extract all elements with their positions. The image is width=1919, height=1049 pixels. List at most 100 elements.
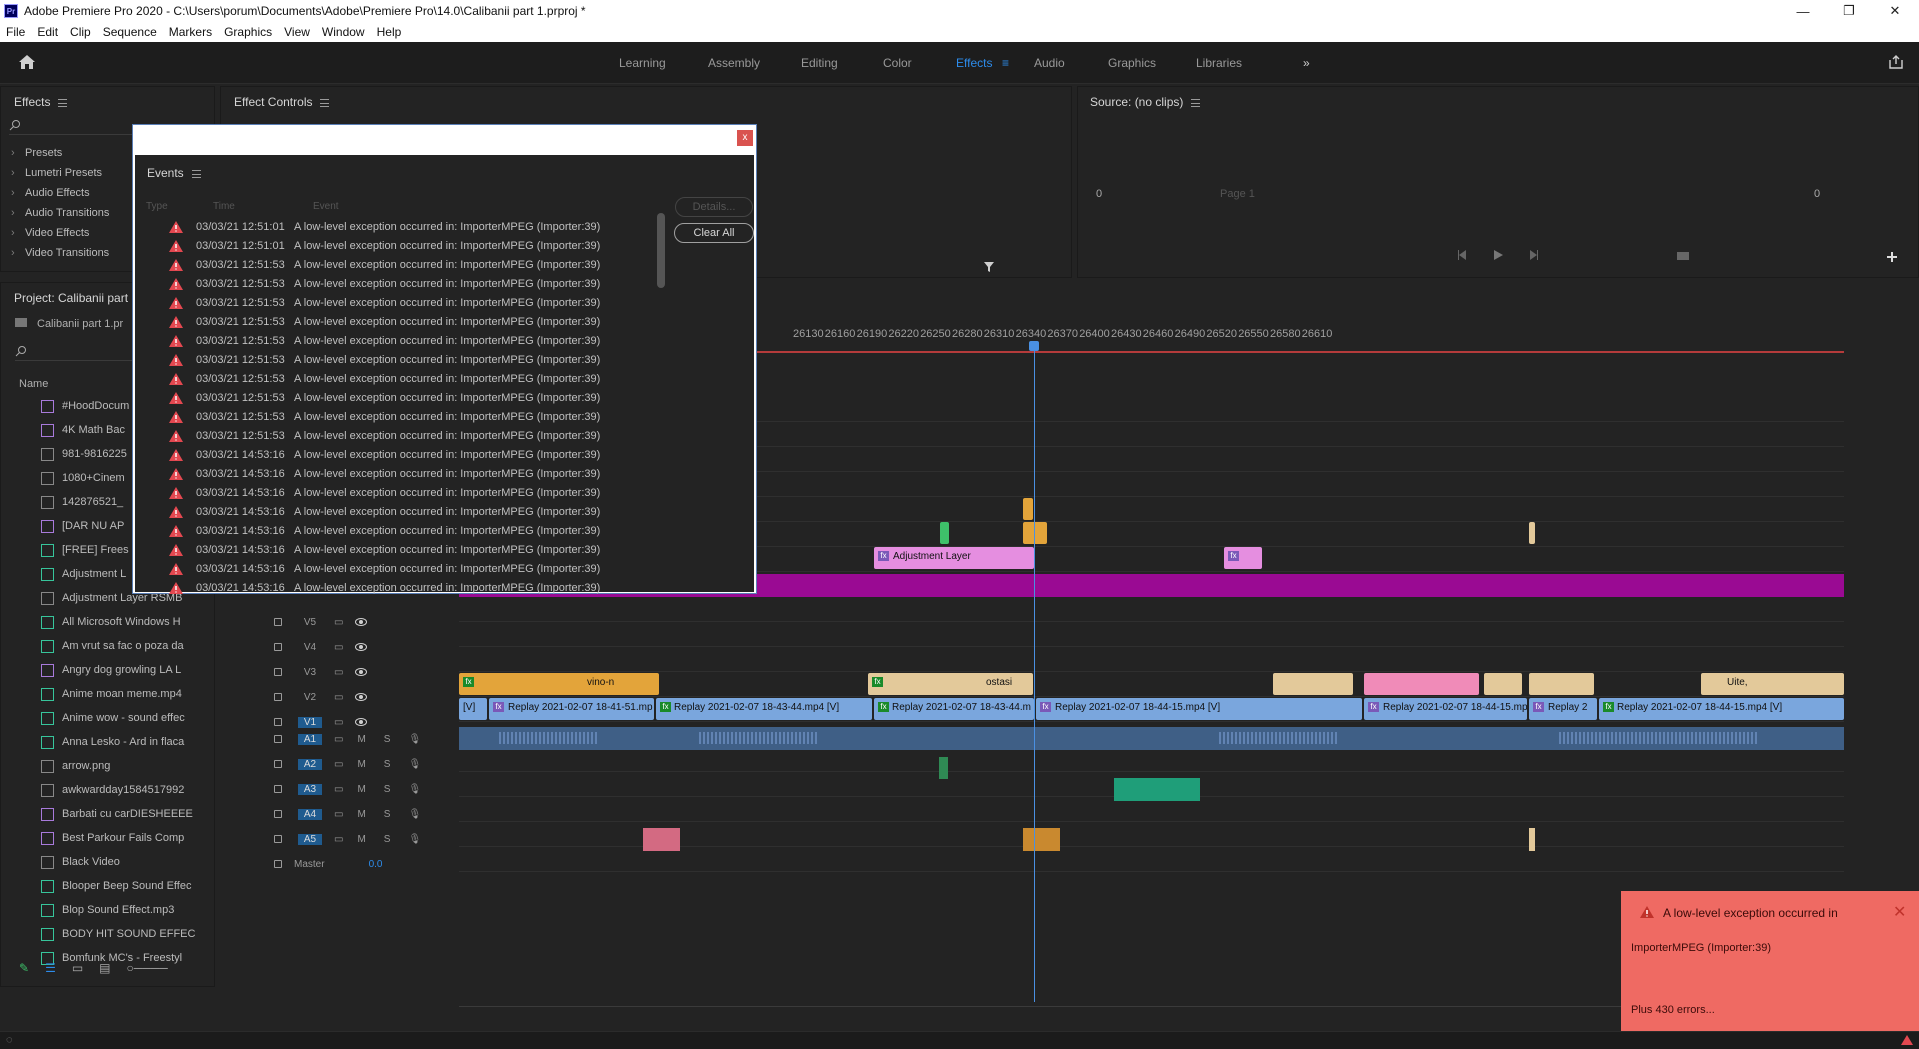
lock-icon[interactable] <box>274 760 282 768</box>
track-label[interactable]: A1 <box>298 733 322 745</box>
clip-v2-tan-e[interactable]: Uite, <box>1701 673 1844 695</box>
sync-lock-icon[interactable]: ▭ <box>334 642 343 653</box>
track-label[interactable]: V1 <box>298 716 322 728</box>
eye-icon[interactable] <box>355 668 368 676</box>
workspace-assembly[interactable]: Assembly <box>708 56 760 70</box>
clip-audio-a3[interactable] <box>1114 778 1200 801</box>
filter-icon[interactable] <box>983 261 995 273</box>
event-row[interactable]: 03/03/21 14:53:16 A low-level exception o… <box>135 540 655 559</box>
clip-v1-g[interactable]: fx Replay 2 <box>1529 698 1597 720</box>
project-item[interactable]: All Microsoft Windows H <box>41 613 206 631</box>
more-workspaces-icon[interactable]: » <box>1303 56 1310 70</box>
lock-icon[interactable] <box>274 810 282 818</box>
sync-lock-icon[interactable]: ▭ <box>334 759 343 770</box>
workspace-graphics[interactable]: Graphics <box>1108 56 1156 70</box>
project-item[interactable]: Black Video <box>41 853 206 871</box>
track-label[interactable]: A4 <box>298 808 322 820</box>
lock-icon[interactable] <box>274 860 282 868</box>
clip-adjustment-small[interactable]: fx <box>1224 547 1262 569</box>
panel-menu-icon[interactable] <box>191 169 201 178</box>
microphone-icon[interactable]: 🎙 <box>408 784 421 795</box>
eye-icon[interactable] <box>355 718 368 726</box>
event-row[interactable]: 03/03/21 14:53:16 A low-level exception o… <box>135 445 655 464</box>
track-label[interactable]: V5 <box>298 617 322 628</box>
track-label[interactable]: V4 <box>298 642 322 653</box>
sync-lock-icon[interactable]: ▭ <box>334 717 343 728</box>
lock-icon[interactable] <box>274 735 282 743</box>
mute-button[interactable]: M <box>357 834 365 845</box>
menu-sequence[interactable]: Sequence <box>97 25 163 39</box>
tree-video-transitions[interactable]: › Video Transitions <box>11 247 109 259</box>
track-label[interactable]: A3 <box>298 783 322 795</box>
event-row[interactable]: 03/03/21 14:53:16 A low-level exception o… <box>135 502 655 521</box>
eye-icon[interactable] <box>355 643 368 651</box>
close-window-button[interactable]: ✕ <box>1872 0 1918 22</box>
lock-icon[interactable] <box>274 785 282 793</box>
solo-button[interactable]: S <box>384 734 391 745</box>
microphone-icon[interactable]: 🎙 <box>408 834 421 845</box>
solo-button[interactable]: S <box>384 784 391 795</box>
workspace-editing[interactable]: Editing <box>801 56 838 70</box>
menu-view[interactable]: View <box>278 25 316 39</box>
step-forward-icon[interactable] <box>1528 249 1540 261</box>
track-label[interactable]: A5 <box>298 833 322 845</box>
sync-lock-icon[interactable]: ▭ <box>334 809 343 820</box>
toast-more-link[interactable]: Plus 430 errors... <box>1631 1004 1715 1016</box>
clip-v1-a[interactable]: [V] <box>459 698 487 720</box>
column-event[interactable]: Event <box>313 201 339 212</box>
clip-v1-e[interactable]: fx Replay 2021-02-07 18-44-15.mp4 [V] <box>1036 698 1362 720</box>
project-item[interactable]: Angry dog growling LA L <box>41 661 206 679</box>
tree-lumetri-presets[interactable]: › Lumetri Presets <box>11 167 102 179</box>
event-row[interactable]: 03/03/21 12:51:53 A low-level exception o… <box>135 312 655 331</box>
menu-window[interactable]: Window <box>316 25 371 39</box>
tree-video-effects[interactable]: › Video Effects <box>11 227 89 239</box>
clip-audio-a1[interactable] <box>459 727 1844 750</box>
lock-icon[interactable] <box>274 618 282 626</box>
microphone-icon[interactable]: 🎙 <box>408 734 421 745</box>
project-item[interactable]: BODY HIT SOUND EFFEC <box>41 925 206 943</box>
project-item[interactable]: Anna Lesko - Ard in flaca <box>41 733 206 751</box>
playhead-handle-icon[interactable] <box>1029 341 1039 351</box>
eye-icon[interactable] <box>355 693 368 701</box>
menu-graphics[interactable]: Graphics <box>218 25 278 39</box>
sync-lock-icon[interactable]: ▭ <box>334 667 343 678</box>
event-row[interactable]: 03/03/21 14:53:16 A low-level exception o… <box>135 483 655 502</box>
lock-icon[interactable] <box>274 835 282 843</box>
menu-markers[interactable]: Markers <box>163 25 218 39</box>
sync-lock-icon[interactable]: ▭ <box>334 734 343 745</box>
clip-v2-tan[interactable]: fx ostasi <box>868 673 1033 695</box>
lock-icon[interactable] <box>274 668 282 676</box>
freeform-view-icon[interactable]: ▤ <box>99 961 110 975</box>
clip-audio-a5-b[interactable] <box>1023 828 1060 851</box>
event-row[interactable]: 03/03/21 12:51:53 A low-level exception o… <box>135 274 655 293</box>
column-type[interactable]: Type <box>146 201 168 212</box>
mute-button[interactable]: M <box>357 784 365 795</box>
microphone-icon[interactable]: 🎙 <box>408 809 421 820</box>
solo-button[interactable]: S <box>384 834 391 845</box>
solo-button[interactable]: S <box>384 759 391 770</box>
workspace-color[interactable]: Color <box>883 56 912 70</box>
clip-v2-orange[interactable]: fx vino-n <box>459 673 659 695</box>
project-item[interactable]: Anime moan meme.mp4 <box>41 685 206 703</box>
clear-all-button[interactable]: Clear All <box>674 223 754 243</box>
clip-v1-d[interactable]: fx Replay 2021-02-07 18-43-44.m <box>874 698 1034 720</box>
clip-v1-h[interactable]: fx Replay 2021-02-07 18-44-15.mp4 [V] <box>1599 698 1844 720</box>
workspace-audio[interactable]: Audio <box>1034 56 1065 70</box>
clip-orange-top[interactable] <box>1023 498 1033 520</box>
clip-v1-b[interactable]: fx Replay 2021-02-07 18-41-51.mp <box>489 698 654 720</box>
clip-audio-a5-a[interactable] <box>643 828 680 851</box>
minimize-button[interactable]: — <box>1780 0 1826 22</box>
camera-icon[interactable] <box>1676 250 1690 261</box>
warning-icon[interactable] <box>1900 1034 1914 1046</box>
clip-v2-tan-d[interactable] <box>1529 673 1594 695</box>
event-row[interactable]: 03/03/21 12:51:53 A low-level exception o… <box>135 255 655 274</box>
clip-v1-f[interactable]: fx Replay 2021-02-07 18-44-15.mp <box>1364 698 1527 720</box>
project-item[interactable]: Blooper Beep Sound Effec <box>41 877 206 895</box>
lock-icon[interactable] <box>274 643 282 651</box>
event-row[interactable]: 03/03/21 12:51:53 A low-level exception o… <box>135 407 655 426</box>
tree-presets[interactable]: › Presets <box>11 147 62 159</box>
pencil-icon[interactable]: ✎ <box>19 961 29 975</box>
clip-v1-c[interactable]: fx Replay 2021-02-07 18-43-44.mp4 [V] <box>656 698 872 720</box>
workspace-libraries[interactable]: Libraries <box>1196 56 1242 70</box>
project-item[interactable]: arrow.png <box>41 757 206 775</box>
